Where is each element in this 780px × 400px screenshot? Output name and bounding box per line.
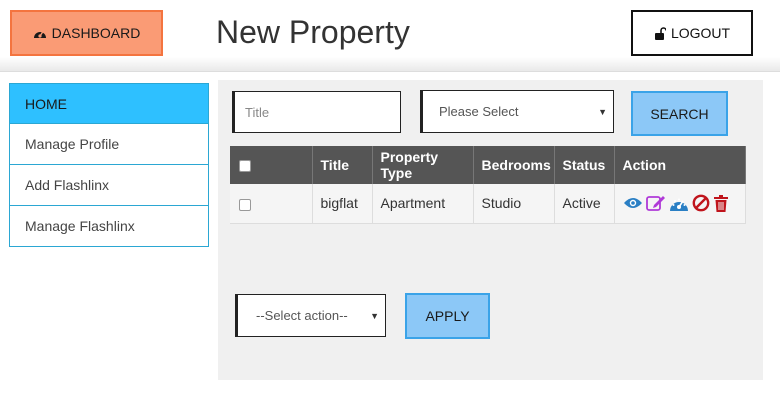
header-bar: DASHBOARD New Property LOGOUT bbox=[0, 0, 780, 72]
property-table: Title Property Type Bedrooms Status Acti… bbox=[230, 146, 746, 224]
search-label: SEARCH bbox=[650, 105, 709, 122]
property-type-select[interactable]: Please Select ▼ bbox=[420, 90, 614, 133]
sidebar-item-home[interactable]: HOME bbox=[9, 83, 209, 124]
row-select-cell bbox=[230, 184, 313, 224]
cell-bedrooms: Studio bbox=[473, 184, 555, 224]
sidebar-item-label: Manage Flashlinx bbox=[25, 218, 135, 234]
chevron-down-icon: ▼ bbox=[598, 106, 607, 117]
row-checkbox[interactable] bbox=[239, 198, 251, 211]
logout-label: LOGOUT bbox=[670, 25, 731, 41]
dashboard-icon bbox=[33, 31, 46, 38]
column-header-action: Action bbox=[614, 146, 746, 184]
apply-label: APPLY bbox=[425, 308, 470, 324]
trash-icon[interactable] bbox=[713, 194, 729, 212]
eye-icon[interactable] bbox=[623, 196, 643, 210]
sidebar: HOME Manage Profile Add Flashlinx Manage… bbox=[9, 83, 209, 247]
table-header-row: Title Property Type Bedrooms Status Acti… bbox=[230, 146, 746, 184]
sidebar-item-add-flashlinx[interactable]: Add Flashlinx bbox=[9, 165, 209, 206]
ban-icon[interactable] bbox=[692, 194, 710, 212]
cell-property-type: Apartment bbox=[372, 184, 474, 224]
apply-button[interactable]: APPLY bbox=[405, 293, 490, 339]
sidebar-item-manage-profile[interactable]: Manage Profile bbox=[9, 124, 209, 165]
edit-icon[interactable] bbox=[645, 194, 666, 212]
sidebar-item-label: HOME bbox=[25, 95, 67, 112]
sidebar-item-manage-flashlinx[interactable]: Manage Flashlinx bbox=[9, 206, 209, 247]
cell-actions bbox=[614, 184, 746, 224]
select-value: --Select action-- bbox=[256, 308, 348, 323]
column-header-title[interactable]: Title bbox=[312, 146, 373, 184]
cell-title: bigflat bbox=[312, 184, 373, 224]
select-all-header bbox=[230, 146, 313, 184]
select-all-checkbox[interactable] bbox=[239, 160, 251, 173]
column-header-status[interactable]: Status bbox=[554, 146, 615, 184]
dashboard-icon[interactable] bbox=[669, 195, 689, 212]
column-header-property-type[interactable]: Property Type bbox=[372, 146, 474, 184]
dashboard-label: DASHBOARD bbox=[51, 25, 141, 41]
sidebar-item-label: Manage Profile bbox=[25, 136, 120, 152]
unlock-icon bbox=[654, 26, 666, 40]
page-title: New Property bbox=[216, 14, 410, 50]
logout-button[interactable]: LOGOUT bbox=[631, 10, 753, 56]
sidebar-item-label: Add Flashlinx bbox=[25, 177, 110, 193]
column-header-bedrooms[interactable]: Bedrooms bbox=[473, 146, 555, 184]
title-search-input[interactable] bbox=[232, 91, 401, 133]
table-row: bigflat Apartment Studio Active bbox=[230, 184, 746, 224]
bulk-action-select[interactable]: --Select action-- ▼ bbox=[235, 294, 386, 337]
main-panel: Please Select ▼ SEARCH Title Property Ty… bbox=[218, 80, 763, 380]
cell-status: Active bbox=[554, 184, 615, 224]
dashboard-button[interactable]: DASHBOARD bbox=[10, 10, 163, 56]
chevron-down-icon: ▼ bbox=[370, 310, 379, 321]
select-value: Please Select bbox=[439, 104, 519, 119]
search-button[interactable]: SEARCH bbox=[631, 91, 728, 136]
